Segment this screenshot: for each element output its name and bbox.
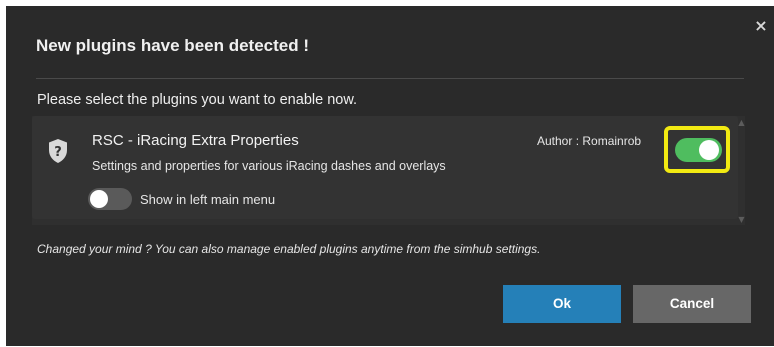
plugin-description: Settings and properties for various iRac… — [92, 159, 446, 173]
plugin-list: ? RSC - iRacing Extra Properties Setting… — [32, 116, 745, 225]
svg-text:?: ? — [54, 145, 62, 160]
dialog-subtitle: Please select the plugins you want to en… — [37, 92, 358, 108]
close-icon[interactable]: × — [753, 18, 769, 34]
shield-question-icon: ? — [49, 139, 67, 163]
scroll-down-icon[interactable]: ▼ — [738, 216, 745, 224]
dialog-title: New plugins have been detected ! — [36, 36, 310, 55]
toggle-knob — [699, 140, 719, 160]
toggle-track — [675, 138, 722, 162]
plugin-item: ? RSC - iRacing Extra Properties Setting… — [32, 116, 738, 219]
toggle-knob — [90, 190, 108, 208]
settings-note: Changed your mind ? You can also manage … — [37, 242, 541, 256]
scroll-up-icon[interactable]: ▲ — [738, 119, 745, 127]
plugin-enable-toggle[interactable] — [664, 126, 730, 173]
ok-button[interactable]: Ok — [503, 285, 621, 323]
show-in-menu-toggle[interactable] — [88, 188, 132, 210]
plugins-detected-dialog: × New plugins have been detected ! Pleas… — [6, 6, 774, 346]
plugin-author: Author : Romainrob — [537, 134, 642, 148]
plugin-name: RSC - iRacing Extra Properties — [92, 132, 299, 149]
cancel-button[interactable]: Cancel — [633, 285, 751, 323]
show-in-menu-label: Show in left main menu — [140, 192, 276, 207]
title-divider — [36, 78, 744, 79]
